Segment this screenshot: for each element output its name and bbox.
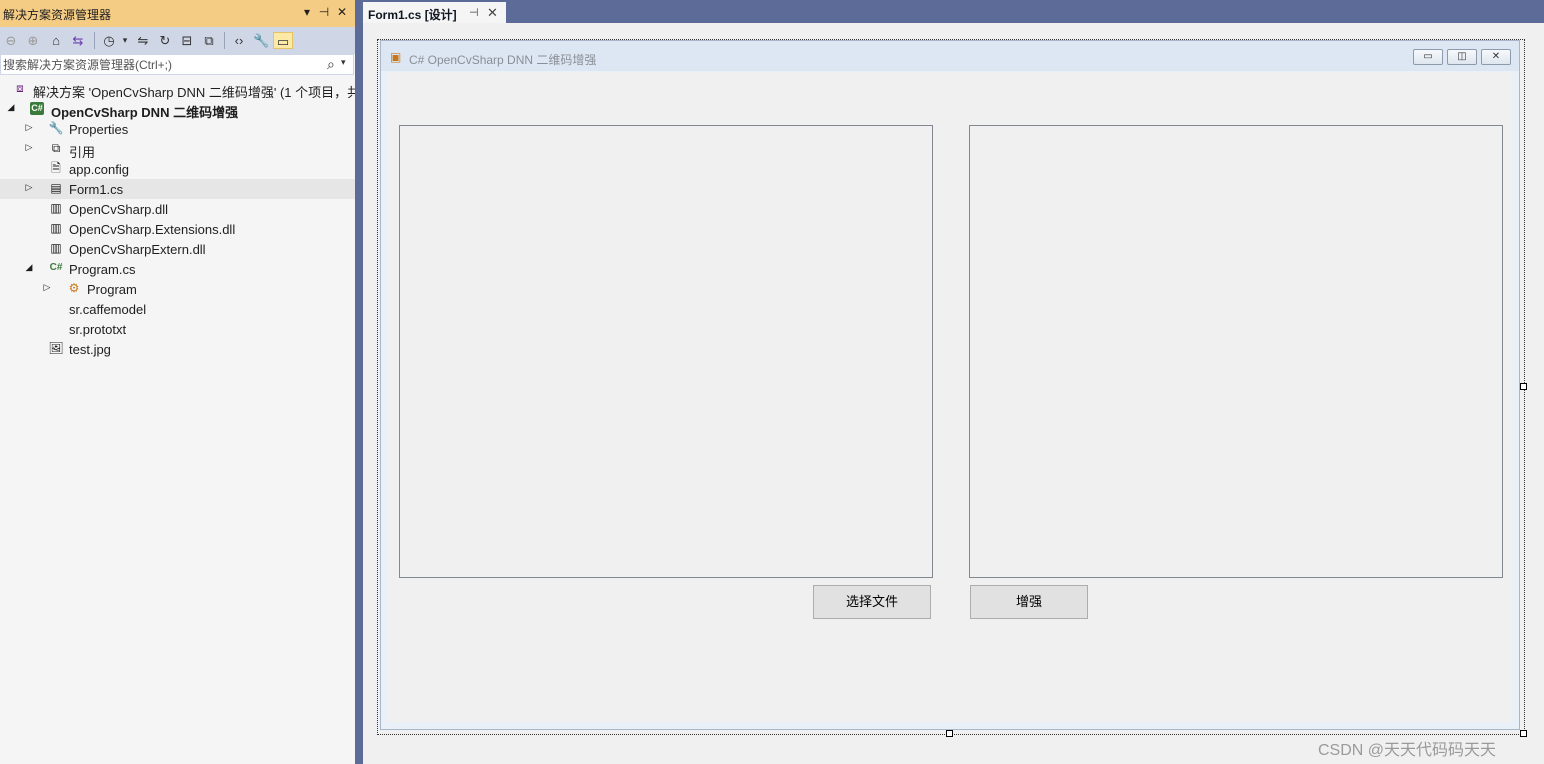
- tree-item-opencvsharp-dll[interactable]: ▥ OpenCvSharp.dll: [0, 199, 355, 219]
- config-file-icon: 🗎: [51, 161, 61, 175]
- references-icon: ⧉: [51, 141, 61, 155]
- close-tab-icon[interactable]: ✕: [487, 5, 498, 21]
- designer-surface[interactable]: ▣ C# OpenCvSharp DNN 二维码增强 ▭ ◫ ✕ 选择文件 增强: [363, 23, 1544, 764]
- solution-explorer-panel: 解决方案资源管理器 ▾ ⊣ ✕ ⊖ ⊕ ⌂ ⇆ ◷ ▾ ⇋ ↻ ⊟ ⧉ ‹› 🔧…: [0, 0, 371, 764]
- select-file-button[interactable]: 选择文件: [813, 585, 931, 619]
- tree-item-label: sr.caffemodel: [69, 302, 147, 317]
- solution-icon: ⧈: [16, 81, 24, 95]
- collapsed-arrow-icon[interactable]: ▷: [24, 182, 34, 193]
- form-client-area: 选择文件 增强: [388, 72, 1512, 722]
- tree-item-extensions-dll[interactable]: ▥ OpenCvSharp.Extensions.dll: [0, 219, 355, 239]
- form-icon: ▤: [50, 181, 62, 195]
- source-picturebox[interactable]: [399, 125, 933, 578]
- tree-item-program-cs[interactable]: ◢ C# Program.cs: [0, 259, 355, 279]
- wrench-icon: 🔧: [48, 121, 64, 135]
- search-options-dropdown-icon[interactable]: ▾: [341, 57, 346, 68]
- solution-explorer-toolbar: ⊖ ⊕ ⌂ ⇆ ◷ ▾ ⇋ ↻ ⊟ ⧉ ‹› 🔧 ▭: [0, 27, 355, 54]
- tree-item-label: OpenCvSharp.Extensions.dll: [69, 222, 236, 237]
- sync-with-document-icon[interactable]: ⇋: [135, 32, 151, 49]
- tree-item-label: sr.prototxt: [69, 322, 127, 337]
- search-input[interactable]: [3, 57, 321, 72]
- library-icon: ▥: [50, 201, 62, 215]
- properties-wrench-icon[interactable]: 🔧: [253, 32, 269, 49]
- tree-item-properties[interactable]: ▷ 🔧 Properties: [0, 119, 355, 139]
- panel-splitter[interactable]: [355, 0, 363, 764]
- close-icon[interactable]: ✕: [1481, 49, 1511, 65]
- panel-close-icon[interactable]: ✕: [335, 5, 349, 19]
- tree-item-label: OpenCvSharp.dll: [69, 202, 168, 217]
- maximize-icon[interactable]: ◫: [1447, 49, 1477, 65]
- preview-selected-items-icon[interactable]: ▭: [273, 32, 293, 49]
- form-window[interactable]: ▣ C# OpenCvSharp DNN 二维码增强 ▭ ◫ ✕ 选择文件 增强: [380, 40, 1520, 730]
- tree-item-label: test.jpg: [69, 342, 111, 357]
- csharp-project-icon: C#: [30, 102, 44, 115]
- tree-item-label: Program.cs: [69, 262, 136, 277]
- tree-item-app-config[interactable]: 🗎 app.config: [0, 159, 355, 179]
- forward-icon[interactable]: ⊕: [26, 32, 40, 49]
- tree-item-prototxt[interactable]: sr.prototxt: [0, 319, 355, 339]
- panel-pin-icon[interactable]: ⊣: [317, 5, 331, 19]
- search-icon[interactable]: ⌕: [327, 56, 335, 73]
- document-tab-bar: Form1.cs [设计] ⊣ ✕: [363, 0, 1544, 23]
- tab-label: Form1.cs [设计]: [368, 8, 457, 22]
- tree-item-label: Properties: [69, 122, 129, 137]
- collapse-all-icon[interactable]: ⊟: [179, 32, 195, 49]
- document-area: Form1.cs [设计] ⊣ ✕ ▣ C# OpenCvSharp DNN 二…: [363, 0, 1544, 764]
- back-icon[interactable]: ⊖: [4, 32, 18, 49]
- toolbar-separator: [224, 32, 225, 49]
- resize-handle-bottom[interactable]: [946, 730, 953, 737]
- view-code-icon[interactable]: ‹›: [231, 32, 247, 49]
- home-icon[interactable]: ⌂: [48, 32, 64, 49]
- solution-explorer-title: 解决方案资源管理器: [3, 8, 112, 22]
- result-picturebox[interactable]: [969, 125, 1503, 578]
- resize-handle-right[interactable]: [1520, 383, 1527, 390]
- form-app-icon: ▣: [390, 50, 402, 64]
- collapsed-arrow-icon[interactable]: ▷: [24, 122, 34, 133]
- solution-explorer-search[interactable]: ⌕ ▾: [0, 54, 354, 75]
- library-icon: ▥: [50, 241, 62, 255]
- toolbar-separator: [94, 32, 95, 49]
- tree-item-label: app.config: [69, 162, 129, 177]
- watermark-text: CSDN @天天代码码天天: [1318, 742, 1497, 759]
- image-icon: 🖼: [48, 341, 64, 355]
- tree-item-project[interactable]: ◢ C# OpenCvSharp DNN 二维码增强: [0, 99, 355, 120]
- filter-dropdown-icon[interactable]: ▾: [120, 32, 130, 49]
- tree-item-extern-dll[interactable]: ▥ OpenCvSharpExtern.dll: [0, 239, 355, 259]
- panel-options-dropdown-icon[interactable]: ▾: [300, 5, 314, 19]
- form-titlebar: ▣ C# OpenCvSharp DNN 二维码增强 ▭ ◫ ✕: [381, 41, 1519, 71]
- tree-item-label: OpenCvSharpExtern.dll: [69, 242, 206, 257]
- pending-changes-filter-icon[interactable]: ◷: [101, 32, 117, 49]
- tree-item-caffemodel[interactable]: sr.caffemodel: [0, 299, 355, 319]
- switch-views-icon[interactable]: ⇆: [70, 32, 86, 49]
- form-title: C# OpenCvSharp DNN 二维码增强: [409, 53, 597, 67]
- refresh-icon[interactable]: ↻: [157, 32, 173, 49]
- minimize-icon[interactable]: ▭: [1413, 49, 1443, 65]
- library-icon: ▥: [50, 221, 62, 235]
- csharp-file-icon: C#: [49, 262, 63, 273]
- class-icon: ⚙: [68, 281, 80, 295]
- tree-item-label: Form1.cs: [69, 182, 124, 197]
- show-all-files-icon[interactable]: ⧉: [201, 32, 217, 49]
- tree-item-program-class[interactable]: ▷ ⚙ Program: [0, 279, 355, 299]
- pin-tab-icon[interactable]: ⊣: [469, 6, 479, 19]
- expanded-arrow-icon[interactable]: ◢: [6, 102, 16, 113]
- tree-item-solution[interactable]: ⧈ 解决方案 'OpenCvSharp DNN 二维码增强' (1 个项目，共 …: [0, 79, 371, 100]
- resize-handle-corner[interactable]: [1520, 730, 1527, 737]
- tree-item-test-jpg[interactable]: 🖼 test.jpg: [0, 339, 355, 359]
- collapsed-arrow-icon[interactable]: ▷: [24, 142, 34, 153]
- tab-form1-design[interactable]: Form1.cs [设计] ⊣ ✕: [363, 2, 506, 23]
- tree-item-form1[interactable]: ▷ ▤ Form1.cs: [0, 179, 355, 199]
- expanded-arrow-icon[interactable]: ◢: [24, 262, 34, 273]
- collapsed-arrow-icon[interactable]: ▷: [42, 282, 52, 293]
- tree-item-references[interactable]: ▷ ⧉ 引用: [0, 139, 355, 160]
- enhance-button[interactable]: 增强: [970, 585, 1088, 619]
- solution-explorer-titlebar: 解决方案资源管理器 ▾ ⊣ ✕: [0, 0, 355, 27]
- tree-item-label: Program: [87, 282, 137, 297]
